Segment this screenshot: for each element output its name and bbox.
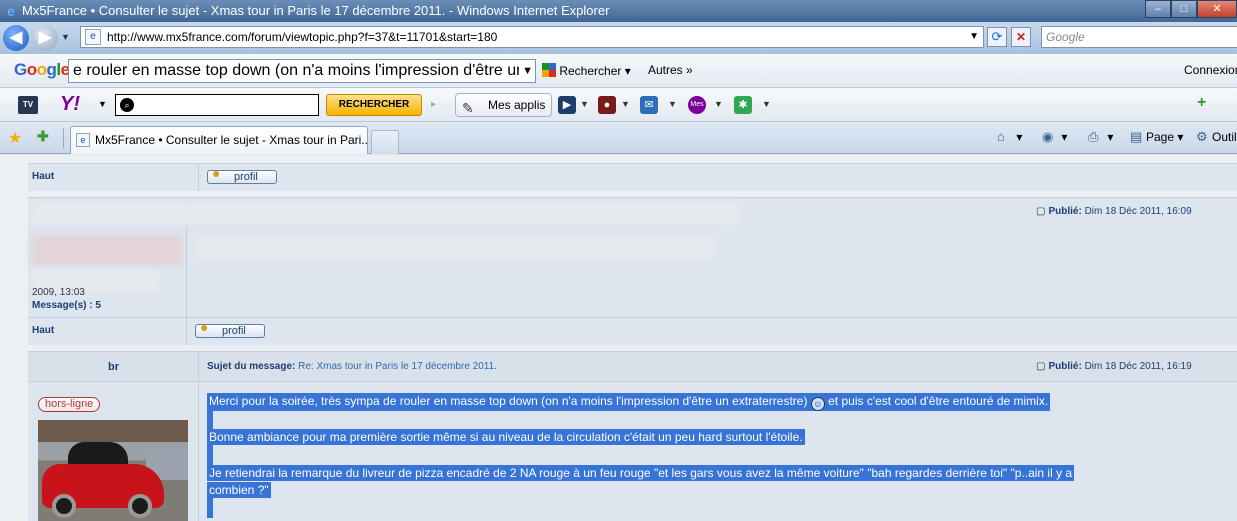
google-search-icon	[542, 63, 556, 77]
url-input[interactable]: e http://www.mx5france.com/forum/viewtop…	[80, 26, 984, 48]
print-icon: ⎙	[1088, 129, 1099, 144]
status-badge: hors-ligne	[38, 397, 101, 412]
column-divider	[186, 317, 187, 345]
user-icon: ●	[212, 165, 221, 181]
window-title: Mx5France • Consulter le sujet - Xmas to…	[22, 3, 610, 18]
google-connect-link[interactable]: Connexion	[1184, 63, 1237, 77]
smiley-icon: ☺	[810, 397, 825, 411]
page-content: Haut ● profil ▢ Publié: Dim 18 Déc 2011, 1…	[0, 155, 1237, 521]
search-input[interactable]: Google	[1041, 26, 1237, 48]
window-titlebar: e Mx5France • Consulter le sujet - Xmas …	[0, 0, 1237, 22]
yahoo-dropdown-icon[interactable]: ▼	[98, 99, 107, 109]
selection-gap	[207, 445, 213, 465]
record-icon[interactable]: ●	[598, 96, 616, 114]
favorites-star-icon[interactable]: ★	[8, 128, 22, 148]
page-menu-icon: ▤	[1130, 129, 1143, 144]
tools-menu[interactable]: ⚙Outils	[1196, 129, 1237, 145]
post-text-line: Bonne ambiance pour ma première sortie m…	[207, 429, 805, 445]
history-dropdown-icon[interactable]: ▼	[61, 32, 70, 42]
post1-joined-date: 2009, 13:03	[32, 287, 85, 298]
close-button[interactable]: ✕	[1197, 0, 1237, 18]
post-text-line: combien ?"	[207, 482, 271, 498]
yahoo-toolbar: TV Y! ▼ ⌕ RECHERCHER ▸ ✎ Mes applis ▶ ▼ …	[0, 88, 1237, 122]
my-apps-button[interactable]: ✎ Mes applis	[455, 93, 552, 117]
window-controls: – □ ✕	[1145, 0, 1237, 18]
google-logo[interactable]: Google	[14, 60, 70, 80]
maximize-button[interactable]: □	[1171, 0, 1197, 18]
top-link[interactable]: Haut	[32, 325, 54, 336]
forward-button[interactable]: ▶	[32, 25, 58, 51]
minimize-button[interactable]: –	[1145, 0, 1171, 18]
apps-icon: ✎	[462, 100, 474, 116]
add-favorite-icon[interactable]: ✚	[37, 128, 49, 145]
home-button[interactable]: ⌂ ▾	[997, 129, 1022, 144]
stop-icon[interactable]: ✕	[1011, 27, 1031, 47]
video-icon[interactable]: ▶	[558, 96, 576, 114]
rss-icon: ◉	[1042, 129, 1054, 144]
selection-gap	[207, 498, 213, 518]
post-icon: ▢	[1036, 206, 1046, 217]
post-text-line: Je retiendrai la remarque du livreur de …	[207, 465, 1075, 481]
post2-date: ▢ Publié: Dim 18 Déc 2011, 16:19	[1036, 361, 1192, 372]
new-tab-button[interactable]	[371, 130, 399, 154]
post-icon: ▢	[1036, 361, 1046, 372]
top-link[interactable]: Haut	[32, 171, 54, 182]
google-search-button[interactable]: Rechercher ▾	[542, 63, 631, 78]
add-icon[interactable]: +	[1197, 95, 1211, 111]
yahoo-search-button[interactable]: RECHERCHER	[326, 94, 422, 116]
google-query-text: e rouler en masse top down (on n'a moins…	[73, 62, 526, 79]
address-bar: ◀ ▶ ▼ e http://www.mx5france.com/forum/v…	[0, 22, 1237, 54]
url-text: http://www.mx5france.com/forum/viewtopic…	[107, 30, 498, 44]
column-divider	[198, 351, 199, 381]
gear-icon: ⚙	[1196, 129, 1208, 144]
blurred-content	[195, 235, 715, 259]
messenger-icon[interactable]: Mes	[688, 96, 706, 114]
video-dropdown-icon[interactable]: ▼	[580, 99, 589, 109]
column-divider	[198, 381, 199, 521]
messenger-dropdown-icon[interactable]: ▼	[714, 99, 723, 109]
tab-active[interactable]: e Mx5France • Consulter le sujet - Xmas …	[70, 126, 368, 154]
page-menu[interactable]: ▤ Page ▾	[1130, 129, 1183, 145]
blurred-header	[32, 201, 742, 225]
record-dropdown-icon[interactable]: ▼	[621, 99, 630, 109]
search-icon: ⌕	[120, 98, 134, 112]
google-dropdown-icon[interactable]: ▼	[519, 60, 533, 82]
yahoo-search-input[interactable]: ⌕	[115, 94, 319, 116]
post-subject: Sujet du message: Re: Xmas tour in Paris…	[207, 361, 497, 372]
google-toolbar: Google e rouler en masse top down (on n'…	[0, 54, 1237, 88]
tab-page-icon: e	[76, 133, 90, 147]
post1-message-count: Message(s) : 5	[32, 300, 101, 311]
mail-icon[interactable]: ✉	[640, 96, 658, 114]
post1-date: ▢ Publié: Dim 18 Déc 2011, 16:09	[1036, 206, 1192, 217]
yahoo-logo-icon[interactable]: Y!	[60, 93, 80, 116]
post-text-line: Merci pour la soirée, très sympa de roul…	[207, 393, 1051, 411]
page-icon: e	[85, 29, 101, 45]
google-more-button[interactable]: Autres »	[648, 63, 693, 77]
tab-separator	[63, 128, 64, 148]
profile-button[interactable]: ● profil	[207, 165, 277, 184]
widgets-dropdown-icon[interactable]: ▼	[762, 99, 771, 109]
profile-button[interactable]: ● profil	[195, 319, 265, 338]
user-icon: ●	[200, 319, 209, 335]
back-button[interactable]: ◀	[3, 25, 29, 51]
url-dropdown-icon[interactable]: ▼	[969, 27, 979, 47]
post-author[interactable]: br	[108, 361, 119, 373]
google-search-input[interactable]: e rouler en masse top down (on n'a moins…	[68, 59, 536, 83]
ie-logo-icon: e	[7, 3, 15, 19]
column-divider	[198, 163, 199, 191]
tab-bar: ★ ✚ e Mx5France • Consulter le sujet - X…	[0, 122, 1237, 154]
print-button[interactable]: ⎙ ▾	[1088, 129, 1113, 145]
widgets-icon[interactable]: ✱	[734, 96, 752, 114]
blurred-avatar	[32, 235, 182, 265]
toolbar-separator-icon: ▸	[431, 99, 437, 110]
feeds-button[interactable]: ◉ ▾	[1042, 129, 1067, 145]
selection-gap	[207, 409, 213, 429]
home-icon: ⌂	[997, 129, 1005, 144]
mail-dropdown-icon[interactable]: ▼	[668, 99, 677, 109]
refresh-icon[interactable]: ⟳	[987, 27, 1007, 47]
avatar	[38, 420, 188, 521]
tv-icon[interactable]: TV	[18, 96, 38, 114]
